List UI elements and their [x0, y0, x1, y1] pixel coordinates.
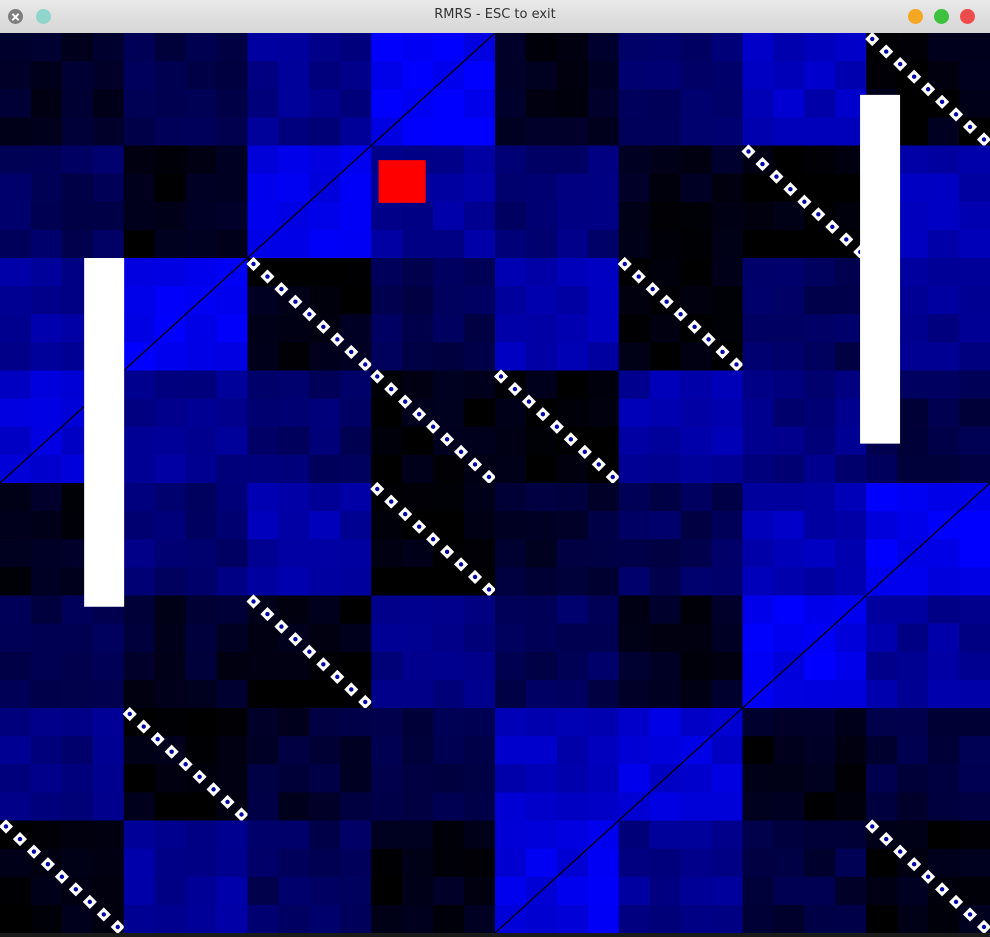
minimize-button[interactable]	[908, 9, 923, 24]
playfield	[0, 33, 990, 933]
field-tile	[371, 595, 496, 709]
field-tile	[371, 708, 496, 822]
window-bottom-edge	[0, 933, 990, 937]
field-tile	[495, 145, 620, 259]
game-window: RMRS - ESC to exit	[0, 0, 990, 937]
field-tile	[866, 708, 990, 822]
field-tile	[247, 33, 372, 147]
field-tile	[0, 33, 125, 147]
field-tile	[123, 33, 249, 147]
field-tile	[495, 33, 620, 147]
field-tile	[371, 258, 496, 372]
field-tile	[618, 595, 744, 709]
field-tile	[742, 708, 867, 822]
maximize-button[interactable]	[934, 9, 949, 24]
field-tile	[742, 370, 867, 484]
ball	[378, 160, 426, 203]
paddle-left	[84, 258, 125, 607]
field-tile	[371, 820, 496, 933]
field-tile	[618, 145, 744, 259]
field-tile	[123, 595, 249, 709]
title-bar[interactable]: RMRS - ESC to exit	[0, 0, 990, 34]
field-tile	[247, 370, 372, 484]
field-tile	[247, 820, 372, 933]
field-tile	[247, 708, 372, 822]
field-tile	[123, 483, 249, 597]
field-tile	[0, 708, 125, 822]
field-tile	[123, 370, 249, 484]
field-tile	[866, 595, 990, 709]
field-tile	[495, 708, 620, 822]
field-tile	[618, 820, 744, 933]
field-tile	[742, 483, 867, 597]
field-tile	[123, 145, 249, 259]
field-tile	[742, 33, 867, 147]
field-tile	[0, 145, 125, 259]
field-tile	[742, 258, 867, 372]
field-tile	[123, 820, 249, 933]
field-tile	[495, 258, 620, 372]
field-tile	[0, 595, 125, 709]
field-tile	[742, 820, 867, 933]
field-tile	[618, 483, 744, 597]
field-tile	[247, 483, 372, 597]
field-tile	[618, 33, 744, 147]
paddle-right	[860, 94, 901, 444]
field-tile	[618, 370, 744, 484]
window-title: RMRS - ESC to exit	[434, 7, 556, 22]
close-button[interactable]	[960, 9, 975, 24]
field-tile	[495, 595, 620, 709]
field-tile	[495, 483, 620, 597]
game-canvas[interactable]	[0, 33, 990, 933]
